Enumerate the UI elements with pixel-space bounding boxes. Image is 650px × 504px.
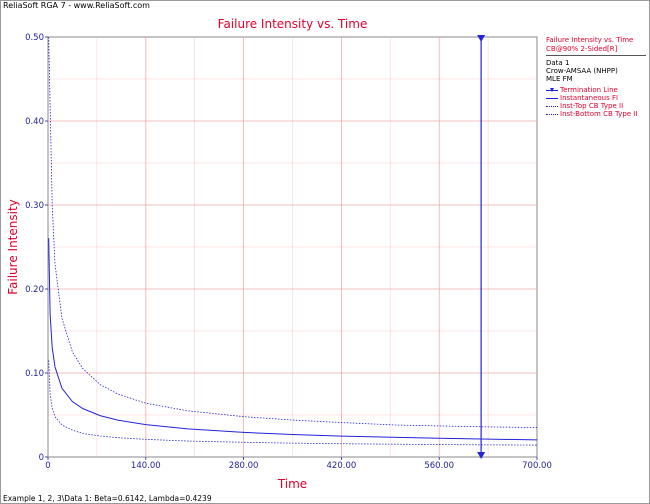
legend-title: Failure Intensity vs. Time <box>546 36 634 44</box>
legend-subtitle: CB@90% 2-Sided[R] <box>546 45 646 56</box>
x-tick-label: 0 <box>45 461 50 471</box>
y-tick-label: 0.40 <box>25 117 44 127</box>
dotted-line-swatch-icon <box>546 106 558 107</box>
y-tick-label: 0.20 <box>25 285 44 295</box>
status-text: Example 1, 2, 3\Data 1: Beta=0.6142, Lam… <box>3 494 212 503</box>
chart-title: Failure Intensity vs. Time <box>218 17 368 31</box>
legend-entries: Termination Line Instantaneous FI Inst-T… <box>546 86 646 118</box>
legend-entry-label: Termination Line <box>560 86 618 94</box>
y-tick-label: 0 <box>39 453 44 463</box>
legend-info-data: Data 1 <box>546 59 570 67</box>
legend-entry-label: Instantaneous FI <box>560 94 619 102</box>
y-tick-label: 0.10 <box>25 369 44 379</box>
y-tick-label: 0.50 <box>25 33 44 43</box>
dotted-line-swatch-icon <box>546 114 558 115</box>
x-tick-label: 420.00 <box>327 461 357 471</box>
x-tick-label: 140.00 <box>131 461 161 471</box>
termination-line-swatch-icon <box>546 88 558 92</box>
x-axis-label: Time <box>277 477 307 491</box>
legend-info-method: MLE FM <box>546 75 573 83</box>
legend-entry-top-cb[interactable]: Inst-Top CB Type II <box>546 102 646 110</box>
legend-entry-termination-line[interactable]: Termination Line <box>546 86 646 94</box>
solid-line-swatch-icon <box>546 98 558 99</box>
x-tick-label: 560.00 <box>424 461 454 471</box>
legend: Failure Intensity vs. Time CB@90% 2-Side… <box>546 36 646 118</box>
x-tick-label: 700.00 <box>522 461 552 471</box>
legend-entry-label: Inst-Bottom CB Type II <box>560 110 638 118</box>
x-tick-label: 280.00 <box>229 461 259 471</box>
y-axis-label: Failure Intensity <box>6 199 20 295</box>
y-tick-label: 0.30 <box>25 201 44 211</box>
legend-entry-instantaneous-fi[interactable]: Instantaneous FI <box>546 94 646 102</box>
legend-entry-bottom-cb[interactable]: Inst-Bottom CB Type II <box>546 110 646 118</box>
legend-entry-label: Inst-Top CB Type II <box>560 102 624 110</box>
legend-info-model: Crow-AMSAA (NHPP) <box>546 67 618 75</box>
